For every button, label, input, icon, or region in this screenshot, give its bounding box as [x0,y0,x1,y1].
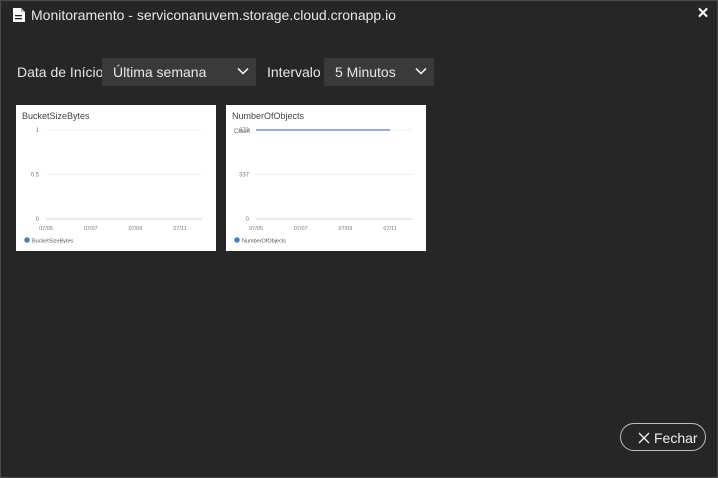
x-tick-label: 07/11 [383,226,396,232]
y-tick-label: 673 [239,128,250,134]
chart-card-bucket-size: BucketSizeBytes 1 0.5 0 07/05 07/07 07/09 07/11… [16,105,216,251]
chevron-down-icon [415,67,427,75]
chart-title: BucketSizeBytes [22,111,90,121]
legend-label: NumberOfObjects [242,239,286,245]
interval-value: 5 Minutos [335,64,396,80]
monitoring-dialog: Monitoramento - serviconanuvem.storage.c… [0,0,718,478]
y-tick-label: 0.5 [31,173,40,179]
number-of-objects-chart: NumberOfObjectsCount673337007/05 07/07 07/… [232,111,412,245]
x-tick-label: 07/05 [249,226,263,232]
start-date-label: Data de Início [17,64,104,80]
close-button[interactable]: Fechar [620,423,706,451]
x-tick-label: 07/07 [84,226,98,232]
legend-marker [234,237,240,243]
bucket-size-chart: BucketSizeBytes 1 0.5 0 07/05 07/07 07/09 07/11… [22,111,202,245]
y-tick-label: 0 [36,217,40,223]
chevron-down-icon [237,67,249,75]
y-tick-label: 337 [239,172,250,178]
interval-select[interactable]: 5 Minutos [324,58,434,86]
y-tick-label: 1 [36,128,40,134]
close-button-label: Fechar [654,430,698,446]
legend-marker [24,237,30,243]
x-tick-label: 07/09 [339,226,353,232]
dialog-title: Monitoramento - serviconanuvem.storage.c… [31,7,396,23]
filter-bar: Data de Início Última semana Intervalo 5… [1,58,717,86]
document-icon [13,8,25,22]
title-bar: Monitoramento - serviconanuvem.storage.c… [1,1,717,29]
start-date-value: Última semana [113,64,207,80]
x-tick-label: 07/07 [294,226,308,232]
chart-title: NumberOfObjects [232,111,305,121]
start-date-select[interactable]: Última semana [102,58,256,86]
chart-card-number-of-objects: NumberOfObjects Count 673 337 0 07/05 07/07 07/… [226,105,426,251]
close-icon[interactable]: ✕ [695,6,711,22]
y-tick-label: 0 [246,217,250,223]
x-tick-label: 07/11 [173,226,186,232]
legend-label: BucketSizeBytes [32,239,74,245]
x-tick-label: 07/05 [39,226,53,232]
interval-label: Intervalo [267,64,321,80]
close-icon [638,432,650,444]
x-tick-label: 07/09 [129,226,143,232]
